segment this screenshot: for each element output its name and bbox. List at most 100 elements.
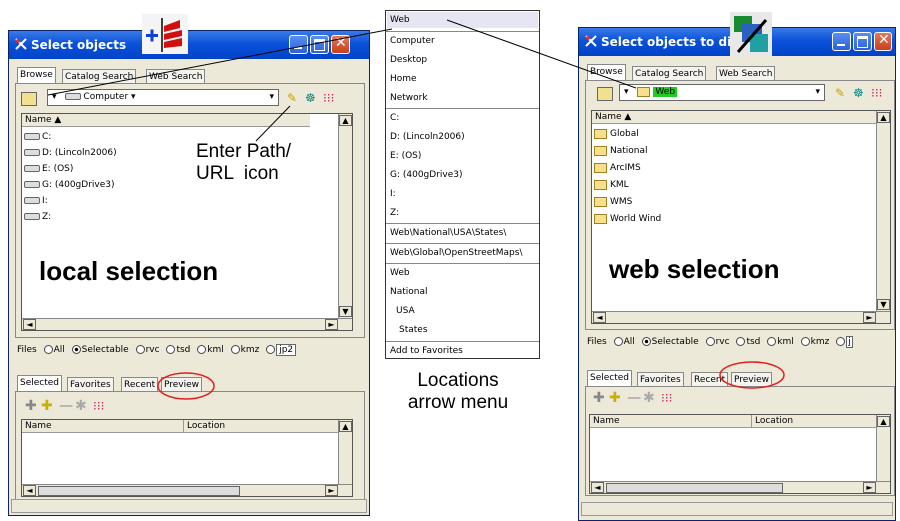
close-button[interactable]: ✕	[874, 32, 892, 51]
list-item[interactable]: Z:	[24, 210, 51, 224]
menu-item-home[interactable]: Home	[390, 73, 417, 85]
filter-selectable-radio[interactable]	[641, 337, 651, 346]
tab-recent[interactable]: Recent	[691, 372, 729, 386]
list-item[interactable]: World Wind	[594, 212, 661, 226]
menu-item-path-states[interactable]: States	[399, 324, 428, 336]
list-item[interactable]: C:	[24, 130, 51, 144]
scroll-left-button[interactable]: ◄	[593, 312, 606, 323]
vertical-scrollbar[interactable]: ▲	[338, 420, 352, 484]
scroll-right-button[interactable]: ►	[325, 485, 338, 496]
dropdown-arrow-icon[interactable]: ▾	[815, 85, 820, 100]
location-combo[interactable]: ▾ Web ▾	[619, 84, 825, 101]
filter-all-radio[interactable]	[613, 337, 623, 346]
filter-all-radio[interactable]	[43, 345, 53, 354]
grid-icon[interactable]: ⁝⁝⁝	[871, 86, 882, 100]
menu-item-e-drive[interactable]: E: (OS)	[390, 150, 421, 162]
vertical-scrollbar[interactable]: ▲ ▼	[876, 111, 890, 311]
filter-selectable-radio[interactable]	[71, 345, 81, 354]
column-header-location[interactable]: Location	[184, 420, 340, 433]
tab-browse[interactable]: Browse	[587, 64, 626, 80]
scroll-up-button[interactable]: ▲	[339, 421, 352, 432]
filter-kml-radio[interactable]	[197, 345, 207, 354]
selected-list[interactable]: Name Location ▲ ◄ ►	[589, 414, 891, 494]
list-item[interactable]: National	[594, 144, 648, 158]
menu-item-path-web[interactable]: Web	[390, 267, 410, 279]
menu-item-path-usa[interactable]: USA	[396, 305, 415, 317]
enter-path-icon[interactable]: ✎	[835, 86, 845, 100]
list-item[interactable]: KML	[594, 178, 629, 192]
scroll-left-button[interactable]: ◄	[23, 319, 36, 330]
add-icon[interactable]: ✚	[593, 391, 605, 405]
vertical-scrollbar[interactable]: ▲	[876, 415, 890, 481]
tab-recent[interactable]: Recent	[121, 377, 159, 391]
tab-favorites[interactable]: Favorites	[67, 377, 114, 391]
tab-browse[interactable]: Browse	[17, 67, 56, 83]
horizontal-scrollbar[interactable]: ◄ ►	[592, 311, 890, 323]
menu-item-add-to-favorites[interactable]: Add to Favorites	[390, 345, 463, 357]
menu-item-d-drive[interactable]: D: (Lincoln2006)	[390, 131, 465, 143]
tab-catalog-search[interactable]: Catalog Search	[632, 66, 707, 80]
home-folder-icon[interactable]	[597, 87, 613, 101]
horizontal-scrollbar[interactable]: ◄ ►	[22, 318, 352, 330]
scroll-right-button[interactable]: ►	[325, 319, 338, 330]
list-item[interactable]: D: (Lincoln2006)	[24, 146, 117, 160]
menu-item-g-drive[interactable]: G: (400gDrive3)	[390, 169, 463, 181]
scroll-up-button[interactable]: ▲	[877, 416, 890, 427]
column-header-location[interactable]: Location	[752, 415, 878, 428]
scroll-up-button[interactable]: ▲	[877, 112, 890, 123]
filter-kml-radio[interactable]	[767, 337, 777, 346]
minimize-button[interactable]	[832, 32, 851, 51]
scroll-down-button[interactable]: ▼	[877, 299, 890, 310]
scroll-thumb[interactable]	[38, 486, 240, 496]
grid-icon[interactable]: ⁝⁝⁝	[93, 399, 104, 413]
maximize-button[interactable]	[310, 35, 329, 54]
location-arrow-icon[interactable]: ▾	[624, 87, 629, 97]
filter-rvc-radio[interactable]	[705, 337, 715, 346]
menu-item-web[interactable]: Web	[390, 14, 410, 26]
scroll-left-button[interactable]: ◄	[591, 482, 604, 493]
list-item[interactable]: ArcIMS	[594, 161, 641, 175]
menu-item-recent-path[interactable]: Web\Global\OpenStreetMaps\	[390, 247, 523, 259]
remove-icon[interactable]: —	[627, 391, 641, 405]
add-all-icon[interactable]: ✚	[41, 399, 53, 413]
file-list[interactable]: Name ▲ Global National ArcIMS KML WMS Wo…	[591, 110, 891, 324]
column-header-name[interactable]: Name ▲	[22, 114, 310, 127]
scroll-left-button[interactable]: ◄	[23, 485, 36, 496]
list-item[interactable]: G: (400gDrive3)	[24, 178, 115, 192]
horizontal-scrollbar[interactable]: ◄ ►	[22, 484, 352, 496]
column-header-name[interactable]: Name	[22, 420, 184, 433]
menu-item-network[interactable]: Network	[390, 92, 428, 104]
filter-jp2-radio[interactable]	[266, 345, 276, 354]
add-icon[interactable]: ✚	[25, 399, 37, 413]
tab-catalog-search[interactable]: Catalog Search	[62, 69, 137, 83]
location-combo[interactable]: ▾ Computer ▾ ▾	[47, 89, 279, 106]
filter-kmz-radio[interactable]	[800, 337, 810, 346]
filter-rvc-radio[interactable]	[135, 345, 145, 354]
tab-preview[interactable]: Preview	[731, 372, 773, 386]
scroll-down-button[interactable]: ▼	[339, 306, 352, 317]
grid-icon[interactable]: ⁝⁝⁝	[323, 91, 334, 105]
title-bar[interactable]: Select objects ✕	[9, 31, 369, 59]
menu-item-computer[interactable]: Computer	[390, 35, 435, 47]
location-arrow-icon[interactable]: ▾	[52, 92, 57, 102]
scroll-right-button[interactable]: ►	[863, 482, 876, 493]
menu-item-desktop[interactable]: Desktop	[390, 54, 427, 66]
tab-selected[interactable]: Selected	[587, 370, 633, 386]
close-button[interactable]: ✕	[331, 35, 350, 54]
filter-tsd-radio[interactable]	[166, 345, 176, 354]
list-item[interactable]: I:	[24, 194, 48, 208]
add-all-icon[interactable]: ✚	[609, 391, 621, 405]
enter-path-icon[interactable]: ✎	[287, 91, 297, 105]
web-icon[interactable]: ☸	[853, 86, 864, 100]
scroll-right-button[interactable]: ►	[863, 312, 876, 323]
list-item[interactable]: E: (OS)	[24, 162, 73, 176]
menu-item-i-drive[interactable]: I:	[390, 188, 396, 200]
filter-tsd-radio[interactable]	[736, 337, 746, 346]
tab-web-search[interactable]: Web Search	[716, 66, 776, 80]
remove-icon[interactable]: —	[59, 399, 73, 413]
selected-list[interactable]: Name Location ▲ ◄ ►	[21, 419, 353, 497]
horizontal-scrollbar[interactable]: ◄ ►	[590, 481, 890, 493]
tab-preview[interactable]: Preview	[161, 377, 203, 391]
locations-menu[interactable]: Web Computer Desktop Home Network C: D: …	[385, 10, 540, 359]
home-folder-icon[interactable]	[21, 92, 37, 106]
